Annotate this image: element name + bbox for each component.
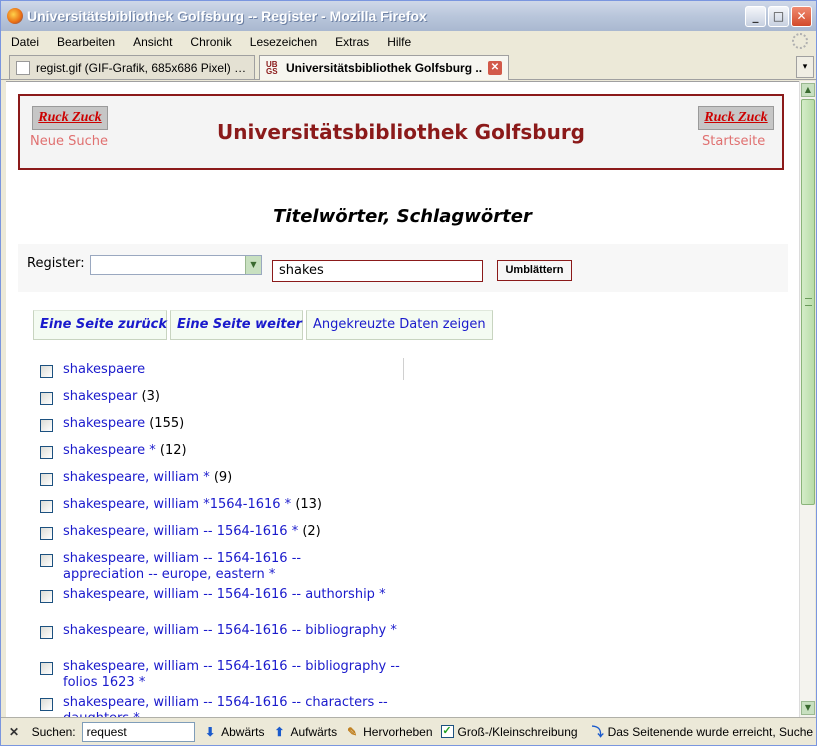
entry-link[interactable]: shakespeare, william -- 1564-1616 -- cha…: [63, 695, 388, 717]
entry-link[interactable]: shakespeare, william *1564-1616 *: [63, 497, 291, 512]
tab-regist-gif[interactable]: regist.gif (GIF-Grafik, 685x686 Pixel) -…: [9, 55, 255, 79]
chevron-down-icon[interactable]: ▼: [245, 256, 261, 274]
entry-checkbox[interactable]: [40, 500, 53, 513]
entry-count: (12): [155, 443, 187, 458]
match-case-checkbox[interactable]: ✓: [440, 725, 454, 738]
find-next-label: Abwärts: [221, 724, 265, 739]
tab-ub-golfsburg[interactable]: UB GS Universitätsbibliothek Golfsburg ..…: [259, 55, 509, 80]
entry-count: (13): [291, 497, 323, 512]
arrow-down-icon: ⬇: [205, 724, 216, 739]
menu-lesezeichen[interactable]: Lesezeichen: [240, 35, 325, 49]
match-case-label: Groß-/Kleinschreibung: [457, 724, 578, 739]
previous-page-button[interactable]: Eine Seite zurück: [33, 310, 167, 340]
entry-checkbox[interactable]: [40, 590, 53, 603]
entry-link[interactable]: shakespeare, william -- 1564-1616 *: [63, 524, 298, 539]
maximize-button[interactable]: □: [768, 6, 789, 27]
tab-list-button[interactable]: ▾: [796, 56, 814, 78]
entry-checkbox[interactable]: [40, 392, 53, 405]
find-bar: ✕ Suchen: request ⬇ Abwärts ⬆ Aufwärts ✎…: [1, 717, 816, 745]
close-tab-icon[interactable]: ✕: [488, 61, 502, 75]
entry-link[interactable]: shakespeare: [63, 416, 145, 431]
grip-icon: [805, 298, 812, 306]
entry-count: (155): [145, 416, 185, 431]
register-label: Register:: [27, 256, 85, 271]
tab-label: regist.gif (GIF-Grafik, 685x686 Pixel) -…: [36, 60, 248, 75]
site-title: Universitätsbibliothek Golfsburg: [217, 120, 585, 144]
entry-checkbox[interactable]: [40, 419, 53, 432]
entry-link[interactable]: shakespeare, william *: [63, 470, 210, 485]
arrow-up-icon: ⬆: [274, 724, 285, 739]
menu-datei[interactable]: Datei: [1, 35, 47, 49]
find-previous-button[interactable]: ⬆ Aufwärts: [272, 725, 337, 739]
menu-hilfe[interactable]: Hilfe: [377, 35, 419, 49]
menu-ansicht[interactable]: Ansicht: [123, 35, 180, 49]
entry-checkbox[interactable]: [40, 662, 53, 675]
tab-label: Universitätsbibliothek Golfsburg ...: [286, 61, 482, 75]
result-navigation: Eine Seite zurück Eine Seite weiter Ange…: [18, 292, 788, 342]
ubgs-favicon-icon: UB GS: [266, 60, 278, 76]
highlight-button[interactable]: ✎ Hervorheben: [345, 725, 432, 739]
find-previous-label: Aufwärts: [290, 724, 338, 739]
find-status-text: Das Seitenende wurde erreicht, Suche vom: [607, 724, 816, 739]
page-header: Ruck Zuck Neue Suche Universitätsbibliot…: [18, 94, 784, 170]
entry-link[interactable]: shakespaere: [63, 362, 145, 377]
entry-link[interactable]: shakespeare, william -- 1564-1616 -- bib…: [63, 659, 400, 690]
find-input[interactable]: request: [81, 721, 196, 742]
firefox-icon: [7, 8, 23, 24]
entry-count: (3): [137, 389, 160, 404]
show-checked-button[interactable]: Angekreuzte Daten zeigen: [306, 310, 493, 340]
find-status: ⤵ Das Seitenende wurde erreicht, Suche v…: [592, 725, 816, 739]
scroll-down-arrow-icon[interactable]: ▼: [801, 701, 815, 715]
page-viewport: Ruck Zuck Neue Suche Universitätsbibliot…: [6, 81, 799, 717]
register-form: Register: ▼ shakes Umblättern: [18, 244, 788, 292]
entry-checkbox[interactable]: [40, 473, 53, 486]
match-case-toggle[interactable]: ✓ Groß-/Kleinschreibung: [440, 724, 578, 739]
home-link[interactable]: Startseite: [702, 134, 765, 149]
page-title: Titelwörter, Schlagwörter: [273, 206, 532, 227]
entry-link[interactable]: shakespeare, william -- 1564-1616 -- aut…: [63, 587, 386, 602]
entry-checkbox[interactable]: [40, 446, 53, 459]
entry-checkbox[interactable]: [40, 626, 53, 639]
entry-link[interactable]: shakespeare, william -- 1564-1616 -- bib…: [63, 623, 397, 638]
register-select[interactable]: ▼: [90, 255, 262, 275]
menu-bearbeiten[interactable]: Bearbeiten: [47, 35, 123, 49]
title-bar: Universitätsbibliothek Golfsburg -- Regi…: [1, 1, 816, 31]
image-file-icon: [16, 60, 30, 75]
minimize-button[interactable]: _: [745, 6, 766, 27]
menu-bar: Datei Bearbeiten Ansicht Chronik Lesezei…: [1, 32, 816, 52]
entry-checkbox[interactable]: [40, 698, 53, 711]
ruckzuck-logo-home[interactable]: Ruck Zuck: [698, 106, 774, 130]
entry-link[interactable]: shakespear: [63, 389, 137, 404]
vertical-scrollbar[interactable]: ▲ ▼: [799, 81, 815, 717]
highlight-label: Hervorheben: [363, 724, 433, 739]
close-window-button[interactable]: ✕: [791, 6, 812, 27]
search-input[interactable]: shakes: [272, 260, 483, 282]
wrapped-search-icon: ⤵: [591, 724, 604, 739]
menu-extras[interactable]: Extras: [325, 35, 377, 49]
browser-window: Universitätsbibliothek Golfsburg -- Regi…: [0, 0, 817, 746]
highlighter-icon: ✎: [347, 724, 358, 739]
entry-link[interactable]: shakespeare, william -- 1564-1616 -- app…: [63, 551, 301, 582]
close-find-bar-icon[interactable]: ✕: [9, 725, 22, 739]
tab-bar: regist.gif (GIF-Grafik, 685x686 Pixel) -…: [1, 53, 816, 80]
entry-checkbox[interactable]: [40, 365, 53, 378]
scrollbar-thumb[interactable]: [801, 99, 815, 505]
throbber-icon: [792, 33, 808, 49]
entry-checkbox[interactable]: [40, 527, 53, 540]
entry-checkbox[interactable]: [40, 554, 53, 567]
browse-button[interactable]: Umblättern: [497, 260, 572, 281]
entry-count: (2): [298, 524, 321, 539]
find-label: Suchen:: [31, 724, 76, 739]
window-title: Universitätsbibliothek Golfsburg -- Regi…: [27, 8, 427, 24]
find-next-button[interactable]: ⬇ Abwärts: [203, 725, 264, 739]
scroll-up-arrow-icon[interactable]: ▲: [801, 83, 815, 97]
menu-chronik[interactable]: Chronik: [180, 35, 239, 49]
entry-count: (9): [209, 470, 233, 485]
entry-link[interactable]: shakespeare *: [63, 443, 156, 458]
next-page-button[interactable]: Eine Seite weiter: [170, 310, 303, 340]
